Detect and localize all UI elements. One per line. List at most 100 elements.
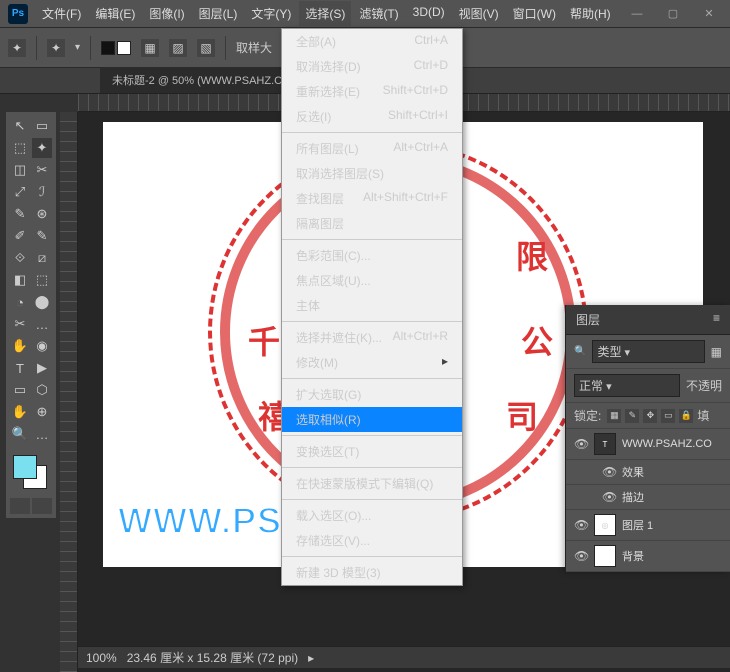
- tool-8[interactable]: ✎: [10, 204, 30, 224]
- layer-filter-kind[interactable]: 类型 ▾: [592, 340, 704, 363]
- lock-artboard-icon[interactable]: ▭: [661, 409, 675, 423]
- tool-14[interactable]: ◧: [10, 270, 30, 290]
- layer-row-0[interactable]: 👁TWWW.PSAHZ.CO: [566, 429, 730, 460]
- menu-10[interactable]: 帮助(H): [564, 1, 617, 26]
- menu-1[interactable]: 编辑(E): [89, 1, 141, 26]
- tool-5[interactable]: ✂: [32, 160, 52, 180]
- status-bar: 100% 23.46 厘米 x 15.28 厘米 (72 ppi) ▸: [78, 646, 730, 668]
- maximize-button[interactable]: ▢: [660, 4, 686, 24]
- menu-item-25[interactable]: 存储选区(V)...: [282, 528, 462, 553]
- tool-12[interactable]: ⟐: [10, 248, 30, 268]
- lock-all-icon[interactable]: 🔒: [679, 409, 693, 423]
- tool-27[interactable]: ⊕: [32, 402, 52, 422]
- menu-item-24[interactable]: 载入选区(O)...: [282, 503, 462, 528]
- color-swatches[interactable]: [10, 452, 50, 492]
- tool-23[interactable]: ▶: [32, 358, 52, 378]
- lock-move-icon[interactable]: ✥: [643, 409, 657, 423]
- menu-6[interactable]: 滤镜(T): [353, 1, 404, 26]
- tool-7[interactable]: ℐ: [32, 182, 52, 202]
- minimize-button[interactable]: —: [624, 4, 650, 24]
- menu-item-14[interactable]: 选择并遮住(K)...Alt+Ctrl+R: [282, 325, 462, 350]
- menu-item-20[interactable]: 变换选区(T): [282, 439, 462, 464]
- visibility-icon[interactable]: 👁: [574, 549, 588, 563]
- tool-26[interactable]: ✋: [10, 402, 30, 422]
- tool-3[interactable]: ✦: [32, 138, 52, 158]
- menu-item-12[interactable]: 主体: [282, 293, 462, 318]
- menu-item-22[interactable]: 在快速蒙版模式下编辑(Q): [282, 471, 462, 496]
- menu-8[interactable]: 视图(V): [453, 1, 505, 26]
- visibility-icon[interactable]: 👁: [602, 490, 616, 504]
- status-arrow-icon[interactable]: ▸: [308, 651, 314, 665]
- mode-int-icon[interactable]: ▧: [197, 39, 215, 57]
- panel-title[interactable]: 图层: [576, 311, 600, 328]
- tool-13[interactable]: ⧄: [32, 248, 52, 268]
- menu-item-17[interactable]: 扩大选取(G): [282, 382, 462, 407]
- visibility-icon[interactable]: 👁: [574, 437, 588, 451]
- menu-9[interactable]: 窗口(W): [507, 1, 562, 26]
- menu-item-6[interactable]: 取消选择图层(S): [282, 161, 462, 186]
- menu-item-3[interactable]: 反选(I)Shift+Ctrl+I: [282, 104, 462, 129]
- tool-17[interactable]: ⬤: [32, 292, 52, 312]
- tool-28[interactable]: 🔍: [10, 424, 30, 444]
- menu-3[interactable]: 图层(L): [193, 1, 244, 26]
- tool-25[interactable]: ⬡: [32, 380, 52, 400]
- menu-0[interactable]: 文件(F): [36, 1, 87, 26]
- tool-11[interactable]: ✎: [32, 226, 52, 246]
- tool-16[interactable]: ◔: [10, 292, 30, 312]
- tool-15[interactable]: ⬚: [32, 270, 52, 290]
- layer-row-3[interactable]: 👁◎图层 1: [566, 510, 730, 541]
- tool-21[interactable]: ◉: [32, 336, 52, 356]
- mode-sub-icon[interactable]: ▨: [169, 39, 187, 57]
- menu-item-5[interactable]: 所有图层(L)Alt+Ctrl+A: [282, 136, 462, 161]
- menu-item-10[interactable]: 色彩范围(C)...: [282, 243, 462, 268]
- menu-4[interactable]: 文字(Y): [245, 1, 297, 26]
- lock-brush-icon[interactable]: ✎: [625, 409, 639, 423]
- close-button[interactable]: ✕: [696, 4, 722, 24]
- visibility-icon[interactable]: 👁: [602, 465, 616, 479]
- tool-palette: ↖▭⬚✦◫✂⤢ℐ✎⊛✐✎⟐⧄◧⬚◔⬤✂…✋◉T▶▭⬡✋⊕🔍…: [6, 112, 56, 518]
- app-logo: Ps: [8, 4, 28, 24]
- menu-item-18[interactable]: 选取相似(R): [282, 407, 462, 432]
- ruler-vertical[interactable]: [60, 112, 78, 672]
- filter-img-icon[interactable]: ▦: [711, 345, 722, 359]
- menu-item-1[interactable]: 取消选择(D)Ctrl+D: [282, 54, 462, 79]
- menu-item-0[interactable]: 全部(A)Ctrl+A: [282, 29, 462, 54]
- panel-menu-icon[interactable]: ≡: [713, 311, 720, 328]
- zoom-level[interactable]: 100%: [86, 651, 117, 665]
- layer-row-4[interactable]: 👁背景: [566, 541, 730, 572]
- tool-20[interactable]: ✋: [10, 336, 30, 356]
- tool-10[interactable]: ✐: [10, 226, 30, 246]
- tool-9[interactable]: ⊛: [32, 204, 52, 224]
- window-controls: — ▢ ✕: [624, 4, 722, 24]
- tool-19[interactable]: …: [32, 314, 52, 334]
- layer-row-2[interactable]: 👁描边: [566, 485, 730, 510]
- tool-4[interactable]: ◫: [10, 160, 30, 180]
- tool-29[interactable]: …: [32, 424, 52, 444]
- visibility-icon[interactable]: 👁: [574, 518, 588, 532]
- mode-add-icon[interactable]: ▦: [141, 39, 159, 57]
- menu-item-2: 重新选择(E)Shift+Ctrl+D: [282, 79, 462, 104]
- tool-22[interactable]: T: [10, 358, 30, 378]
- screen-mode[interactable]: [10, 498, 52, 514]
- menu-7[interactable]: 3D(D): [407, 1, 451, 26]
- tool-2[interactable]: ⬚: [10, 138, 30, 158]
- menu-item-11[interactable]: 焦点区域(U)...: [282, 268, 462, 293]
- selection-mode[interactable]: [101, 41, 131, 55]
- tool-18[interactable]: ✂: [10, 314, 30, 334]
- doc-dimensions[interactable]: 23.46 厘米 x 15.28 厘米 (72 ppi): [127, 649, 298, 666]
- menu-item-8[interactable]: 隔离图层: [282, 211, 462, 236]
- menu-5[interactable]: 选择(S): [299, 1, 351, 26]
- menu-2[interactable]: 图像(I): [143, 1, 190, 26]
- layer-row-1[interactable]: 👁效果: [566, 460, 730, 485]
- tool-preset-icon[interactable]: ✦: [8, 39, 26, 57]
- menu-item-15[interactable]: 修改(M): [282, 350, 462, 375]
- lock-pixels-icon[interactable]: ▦: [607, 409, 621, 423]
- tool-1[interactable]: ▭: [32, 116, 52, 136]
- fg-color[interactable]: [13, 455, 37, 479]
- wand-icon[interactable]: ✦: [47, 39, 65, 57]
- tool-24[interactable]: ▭: [10, 380, 30, 400]
- tool-6[interactable]: ⤢: [10, 182, 30, 202]
- tool-0[interactable]: ↖: [10, 116, 30, 136]
- menu-item-7[interactable]: 查找图层Alt+Shift+Ctrl+F: [282, 186, 462, 211]
- blend-mode-select[interactable]: 正常 ▾: [574, 374, 680, 397]
